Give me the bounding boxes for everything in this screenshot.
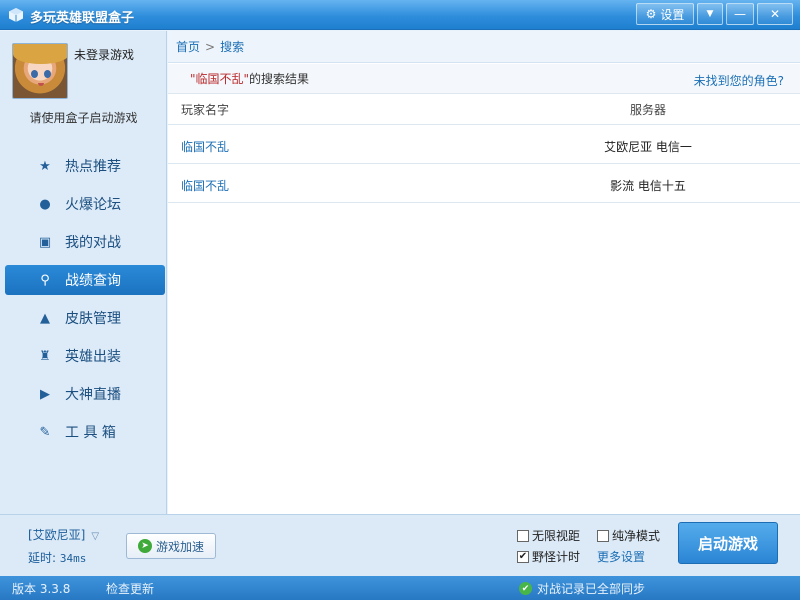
breadcrumb: 首页 > 搜索 bbox=[168, 31, 800, 63]
accelerate-label: 游戏加速 bbox=[155, 539, 204, 554]
launch-game-button[interactable]: 启动游戏 bbox=[678, 522, 778, 564]
armor-icon: ♜ bbox=[39, 348, 51, 364]
check-circle-icon: ✔ bbox=[519, 582, 532, 595]
server-selector-value: [艾欧尼亚] bbox=[28, 528, 86, 542]
sidebar-nav: ★ 热点推荐 ● 火爆论坛 ▣ 我的对战 ⚲ 战绩查询 ▲ 皮肤管理 ♜ 英雄出… bbox=[5, 151, 165, 455]
status-bar: 版本 3.3.8 检查更新 ✔ 对战记录已全部同步 bbox=[0, 576, 800, 600]
sync-status: ✔ 对战记录已全部同步 bbox=[519, 580, 645, 597]
sidebar-item-label: 皮肤管理 bbox=[65, 311, 121, 327]
sidebar-item-hero-builds[interactable]: ♜ 英雄出装 bbox=[5, 341, 165, 371]
close-icon: ✕ bbox=[769, 7, 781, 21]
breadcrumb-home[interactable]: 首页 bbox=[176, 38, 200, 55]
table-header: 玩家名字 服务器 bbox=[168, 95, 800, 125]
player-name-link[interactable]: 临国不乱 bbox=[181, 138, 229, 155]
checkbox-unchecked-icon bbox=[517, 529, 529, 542]
column-header-server: 服务器 bbox=[629, 103, 666, 117]
search-query: "临国不乱" bbox=[190, 72, 250, 86]
box-logo-icon bbox=[9, 8, 23, 22]
column-header-player: 玩家名字 bbox=[181, 103, 230, 117]
sidebar-item-label: 英雄出装 bbox=[65, 349, 121, 365]
settings-label: 设置 bbox=[660, 7, 685, 22]
server-name: 艾欧尼亚 电信一 bbox=[604, 140, 692, 154]
chat-icon: ● bbox=[39, 196, 51, 212]
unlimited-view-label: 无限视距 bbox=[532, 529, 581, 543]
checkbox-unchecked-icon bbox=[597, 529, 609, 542]
sidebar-item-hot[interactable]: ★ 热点推荐 bbox=[5, 151, 165, 181]
tools-icon: ✎ bbox=[39, 424, 51, 440]
jungle-timer-checkbox[interactable]: ✔ 野怪计时 bbox=[517, 548, 580, 565]
battle-icon: ▣ bbox=[38, 234, 52, 250]
sync-status-label: 对战记录已全部同步 bbox=[537, 582, 646, 596]
window-title: 多玩英雄联盟盒子 bbox=[30, 11, 135, 26]
sidebar-item-label: 大神直播 bbox=[65, 387, 121, 403]
sidebar-item-forum[interactable]: ● 火爆论坛 bbox=[5, 189, 165, 219]
sidebar-item-skins[interactable]: ▲ 皮肤管理 bbox=[5, 303, 165, 333]
latency-label: 延时: bbox=[28, 551, 57, 565]
minimize-button[interactable]: — bbox=[726, 3, 754, 25]
unlimited-view-checkbox[interactable]: 无限视距 bbox=[517, 527, 580, 544]
sidebar-item-label: 战绩查询 bbox=[65, 273, 121, 289]
table-row[interactable]: 临国不乱 艾欧尼亚 电信一 bbox=[168, 126, 800, 164]
bottom-panel: [艾欧尼亚] ▽ 延时: 34ms ➤ 游戏加速 无限视距 纯净模式 ✔ 野怪计时… bbox=[0, 514, 800, 576]
close-button[interactable]: ✕ bbox=[757, 3, 793, 25]
settings-button[interactable]: ⚙ 设置 bbox=[636, 3, 694, 25]
main-content: 首页 > 搜索 "临国不乱" 的搜索结果 未找到您的角色? 玩家名字 服务器 临… bbox=[168, 31, 800, 514]
check-update-link[interactable]: 检查更新 bbox=[106, 580, 154, 597]
login-status: 未登录游戏 bbox=[74, 48, 135, 62]
sidebar-item-label: 工 具 箱 bbox=[65, 425, 116, 441]
sidebar-item-label: 火爆论坛 bbox=[65, 197, 121, 213]
minimize-icon: — bbox=[734, 7, 746, 21]
search-result-bar: "临国不乱" 的搜索结果 未找到您的角色? bbox=[168, 64, 800, 94]
sidebar-item-my-battles[interactable]: ▣ 我的对战 bbox=[5, 227, 165, 257]
sidebar-item-record-query[interactable]: ⚲ 战绩查询 bbox=[5, 265, 165, 295]
breadcrumb-separator: > bbox=[205, 39, 216, 54]
play-icon: ▶ bbox=[40, 386, 50, 402]
breadcrumb-current: 搜索 bbox=[220, 40, 245, 54]
accelerate-button[interactable]: ➤ 游戏加速 bbox=[126, 533, 216, 559]
more-settings-link[interactable]: 更多设置 bbox=[597, 548, 645, 565]
accelerate-icon: ➤ bbox=[137, 539, 152, 553]
pure-mode-checkbox[interactable]: 纯净模式 bbox=[597, 527, 660, 544]
not-found-link[interactable]: 未找到您的角色? bbox=[694, 72, 784, 89]
latency-readout: 延时: 34ms bbox=[28, 549, 86, 566]
sidebar: 未登录游戏 请使用盒子启动游戏 ★ 热点推荐 ● 火爆论坛 ▣ 我的对战 ⚲ 战… bbox=[0, 31, 167, 514]
star-icon: ★ bbox=[39, 158, 51, 174]
jungle-timer-label: 野怪计时 bbox=[532, 550, 581, 564]
chevron-down-icon: ▼ bbox=[706, 9, 714, 19]
login-hint: 请使用盒子启动游戏 bbox=[29, 111, 138, 125]
search-icon: ⚲ bbox=[40, 272, 50, 288]
pure-mode-label: 纯净模式 bbox=[612, 529, 661, 543]
chevron-down-icon: ▽ bbox=[91, 531, 100, 542]
menu-dropdown-button[interactable]: ▼ bbox=[697, 3, 723, 25]
search-result-suffix: 的搜索结果 bbox=[249, 72, 310, 86]
server-name: 影流 电信十五 bbox=[610, 179, 686, 193]
sidebar-item-live[interactable]: ▶ 大神直播 bbox=[5, 379, 165, 409]
table-row[interactable]: 临国不乱 影流 电信十五 bbox=[168, 165, 800, 203]
sidebar-item-label: 我的对战 bbox=[65, 235, 121, 251]
hat-icon: ▲ bbox=[40, 310, 50, 326]
player-name-link[interactable]: 临国不乱 bbox=[181, 177, 229, 194]
latency-value: 34ms bbox=[59, 552, 87, 565]
server-selector[interactable]: [艾欧尼亚] ▽ bbox=[28, 526, 99, 543]
sidebar-item-toolbox[interactable]: ✎ 工 具 箱 bbox=[5, 417, 165, 447]
gear-icon: ⚙ bbox=[645, 7, 657, 21]
title-bar: 多玩英雄联盟盒子 ⚙ 设置 ▼ — ✕ bbox=[0, 0, 800, 30]
checkbox-checked-icon: ✔ bbox=[517, 550, 529, 563]
sidebar-item-label: 热点推荐 bbox=[65, 159, 121, 175]
version-label: 版本 3.3.8 bbox=[12, 582, 71, 596]
avatar[interactable] bbox=[12, 43, 68, 99]
